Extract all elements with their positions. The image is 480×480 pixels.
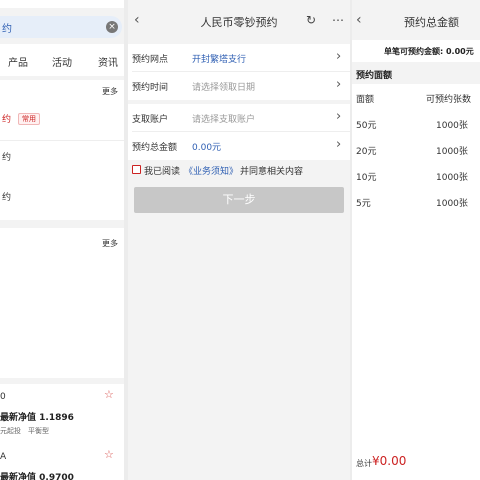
chevron-right-icon: › <box>336 109 342 124</box>
list-item-label[interactable]: 约 <box>2 150 11 163</box>
date-row[interactable]: 预约时间 请选择领取日期 › <box>128 72 350 100</box>
denomination-cell: 50元 <box>356 121 377 131</box>
more-icon[interactable]: ⋯ <box>332 13 344 27</box>
list-item-label[interactable]: 约 <box>2 112 11 125</box>
agreement-row: 我已阅读 《业务须知》 并同意相关内容 <box>128 160 350 180</box>
column-header: 面额 <box>356 95 375 105</box>
branch-value: 开封繁塔支行 <box>192 55 247 65</box>
section-title: 预约面额 <box>352 64 480 84</box>
count-cell: 1000张 <box>436 121 468 131</box>
more-link[interactable]: 更多 <box>102 86 118 97</box>
total-bar: 总计 ¥0.00 <box>352 448 480 480</box>
tab-products[interactable]: 产品 <box>8 54 28 69</box>
form-group-2: 支取账户 请选择支取账户 › 预约总金额 0.00元 › <box>128 104 350 160</box>
chevron-right-icon: › <box>336 77 342 92</box>
terms-link[interactable]: 《业务须知》 <box>184 164 238 177</box>
fund-tag: 元起投 <box>0 427 21 435</box>
fund-code: 0 <box>0 392 6 402</box>
screenshot-stage: 约 × 产品 活动 资讯 更多 约 常用 约 约 更多 0 ☆ 最新净值 1.1… <box>0 0 480 480</box>
column-header: 可预约张数 <box>426 95 472 105</box>
more-link[interactable]: 更多 <box>102 238 118 249</box>
section-title-text: 预约面额 <box>356 71 393 81</box>
count-cell: 1000张 <box>436 173 468 183</box>
agree-checkbox[interactable] <box>132 165 141 174</box>
search-text: 约 <box>2 24 12 35</box>
page-title: 预约总金额 <box>404 16 459 29</box>
left-section-funds: 0 ☆ 最新净值 1.1896 元起投 平衡型 A ☆ 最新净值 0.9700 <box>0 384 124 480</box>
page-header: ‹ 预约总金额 <box>352 10 480 36</box>
date-placeholder: 请选择领取日期 <box>192 83 256 93</box>
fund-code: A <box>0 452 7 462</box>
total-amount: ¥0.00 <box>372 454 407 468</box>
left-section-recommend: 更多 <box>0 228 124 378</box>
page-header: ‹ 人民币零钞预约 ↻ ⋯ <box>128 10 350 36</box>
left-panel: 约 × 产品 活动 资讯 更多 约 常用 约 约 更多 0 ☆ 最新净值 1.1… <box>0 0 124 480</box>
account-label: 支取账户 <box>132 115 169 125</box>
max-amount-bar: 单笔可预约金额: 0.00元 <box>352 40 480 62</box>
chevron-right-icon: › <box>336 49 342 64</box>
count-cell: 1000张 <box>436 199 468 209</box>
page-title: 人民币零钞预约 <box>200 16 278 29</box>
fund-nav: 最新净值 0.9700 <box>0 473 74 480</box>
tab-activities[interactable]: 活动 <box>52 54 72 69</box>
next-step-button[interactable]: 下一步 <box>134 187 344 213</box>
fund-nav: 最新净值 1.1896 <box>0 413 74 423</box>
branch-row[interactable]: 预约网点 开封繁塔支行 › <box>128 44 350 72</box>
amount-row[interactable]: 预约总金额 0.00元 › <box>128 132 350 160</box>
amount-value: 0.00元 <box>192 143 222 153</box>
max-amount-text: 单笔可预约金额: 0.00元 <box>384 47 474 56</box>
back-icon[interactable]: ‹ <box>356 12 362 28</box>
list-item-label[interactable]: 约 <box>2 190 11 203</box>
branch-label: 预约网点 <box>132 55 169 65</box>
form-group-1: 预约网点 开封繁塔支行 › 预约时间 请选择领取日期 › <box>128 44 350 100</box>
fund-tag: 平衡型 <box>28 427 49 435</box>
chevron-right-icon: › <box>336 137 342 152</box>
refresh-icon[interactable]: ↻ <box>306 13 316 27</box>
account-row[interactable]: 支取账户 请选择支取账户 › <box>128 104 350 132</box>
left-status-area <box>0 0 124 8</box>
left-section-services: 更多 约 常用 约 约 <box>0 80 124 220</box>
reservation-form-panel: ‹ 人民币零钞预约 ↻ ⋯ 预约网点 开封繁塔支行 › 预约时间 请选择领取日期… <box>128 0 350 480</box>
denomination-table: 面额 可预约张数 50元 1000张 20元 1000张 10元 1000张 5… <box>352 84 480 448</box>
denomination-cell: 5元 <box>356 199 371 209</box>
frequent-badge: 常用 <box>18 113 40 125</box>
count-cell: 1000张 <box>436 147 468 157</box>
clear-icon[interactable]: × <box>106 21 118 33</box>
agree-suffix: 并同意相关内容 <box>240 167 304 177</box>
favorite-star-icon[interactable]: ☆ <box>104 448 114 461</box>
amount-label: 预约总金额 <box>132 143 178 153</box>
tab-news[interactable]: 资讯 <box>98 54 118 69</box>
denomination-panel: ‹ 预约总金额 单笔可预约金额: 0.00元 预约面额 面额 可预约张数 50元… <box>352 0 480 480</box>
left-nav-tabs: 产品 活动 资讯 <box>0 44 124 76</box>
search-input[interactable]: 约 × <box>0 16 122 38</box>
denomination-cell: 20元 <box>356 147 377 157</box>
total-label: 总计 <box>356 459 372 468</box>
agree-prefix: 我已阅读 <box>144 167 181 177</box>
favorite-star-icon[interactable]: ☆ <box>104 388 114 401</box>
account-placeholder: 请选择支取账户 <box>192 115 256 125</box>
date-label: 预约时间 <box>132 83 169 93</box>
divider <box>0 140 124 141</box>
denomination-cell: 10元 <box>356 173 377 183</box>
